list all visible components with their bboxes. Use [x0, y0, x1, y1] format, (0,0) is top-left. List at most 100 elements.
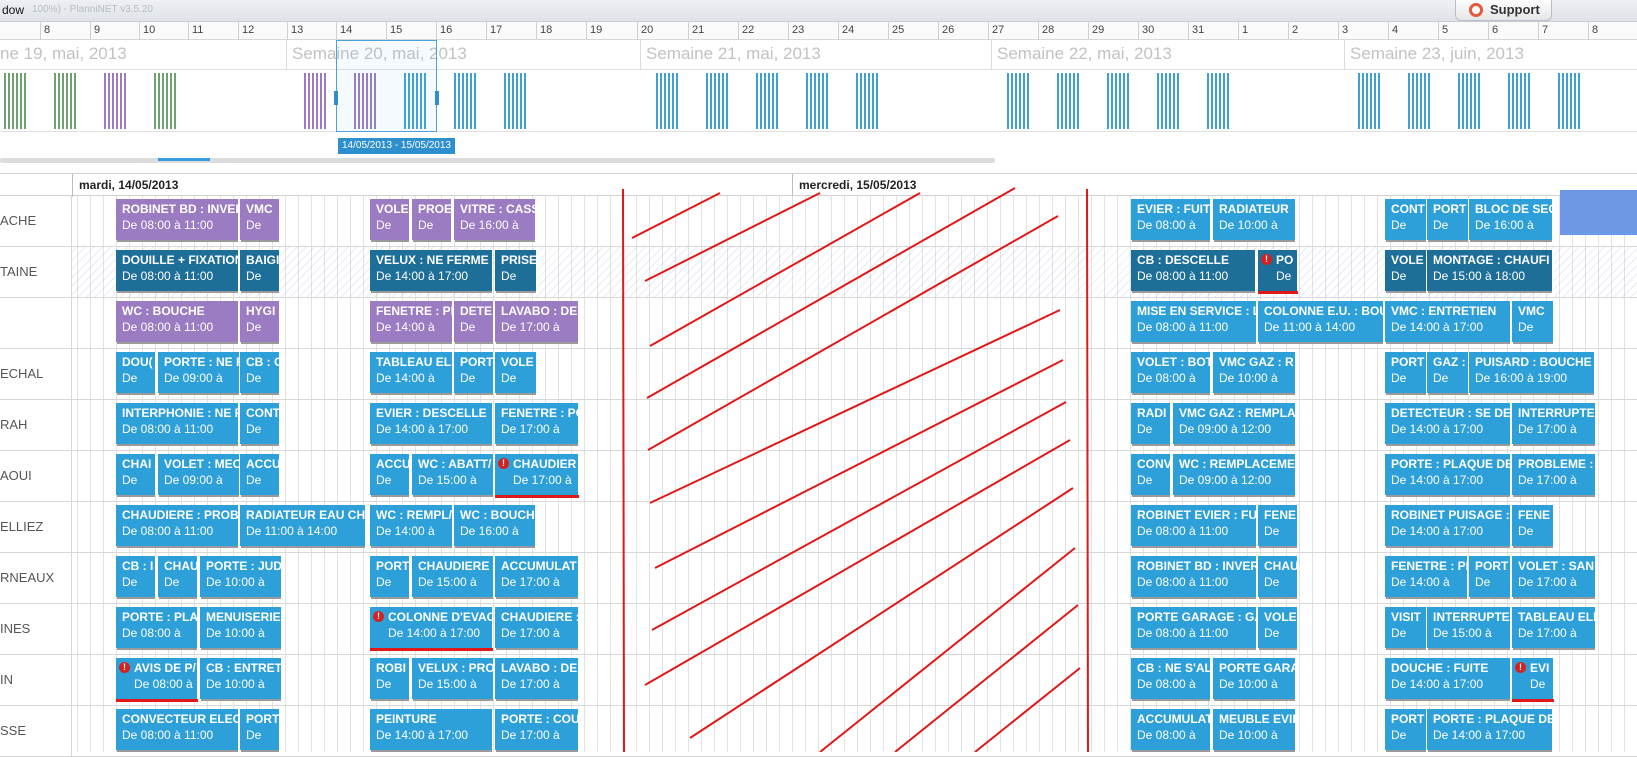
day-tick[interactable]: 5	[1438, 22, 1488, 40]
overview-day-density[interactable]	[756, 73, 778, 129]
selected-cell-highlight[interactable]	[1560, 190, 1637, 235]
appointment-block[interactable]: INTERRUPTE De 17:00 à	[1512, 403, 1596, 444]
appointment-block[interactable]: ! PO De	[1258, 250, 1298, 291]
appointment-block[interactable]: ! COLONNE D'EVAC De 14:00 à 17:00	[370, 607, 493, 648]
appointment-block[interactable]: PORT De	[370, 556, 410, 597]
appointment-block[interactable]: WC : ABATT/De 15:00 à	[412, 454, 494, 495]
day-ruler[interactable]: 8 9 10 11 12 13 14 15 16 17 18 19 20 21 22 23 24 25 26 27 28…	[0, 22, 1637, 40]
appointment-block[interactable]: CHAUDIERE De 15:00 à	[412, 556, 494, 597]
appointment-block[interactable]: CONVECTEUR ELECT De 08:00 à 11:00	[116, 709, 239, 750]
appointment-block[interactable]: CB : NE S'ALI De 08:00 à	[1131, 658, 1211, 699]
overview-day-density[interactable]	[104, 73, 126, 129]
overview-day-density[interactable]	[806, 73, 828, 129]
range-handle-left[interactable]	[334, 91, 338, 105]
overview-day-density[interactable]	[706, 73, 728, 129]
day-tick[interactable]: 19	[586, 22, 636, 40]
day-tick[interactable]: 11	[188, 22, 238, 40]
appointment-block[interactable]: DOUILLE + FIXATION De 08:00 à 11:00	[116, 250, 239, 291]
appointment-block[interactable]: PRISE De	[495, 250, 537, 291]
appointment-block[interactable]: GAZ : De	[1427, 352, 1469, 393]
appointment-block[interactable]: RADI De	[1131, 403, 1171, 444]
appointment-block[interactable]: PORTE : PLA(De 08:00 à	[116, 607, 198, 648]
appointment-block[interactable]: PROBLEME : De 17:00 à	[1512, 454, 1596, 495]
day-tick[interactable]: 7	[1538, 22, 1588, 40]
appointment-block[interactable]: PROE De	[412, 199, 452, 240]
appointment-block[interactable]: CONV De	[1131, 454, 1171, 495]
day-tick[interactable]: 12	[238, 22, 288, 40]
overview-day-density[interactable]	[304, 73, 326, 129]
appointment-block[interactable]: MISE EN SERVICE : L De 08:00 à 11:00	[1131, 301, 1257, 342]
appointment-block[interactable]: WC : REMPL/De 14:00 à	[370, 505, 453, 546]
appointment-block[interactable]: FENETRE : PF De 14:00 à	[1385, 556, 1468, 597]
appointment-block[interactable]: PORT De	[1469, 556, 1511, 597]
appointment-block[interactable]: WC : REMPLACEMEN De 09:00 à 12:00	[1173, 454, 1296, 495]
appointment-block[interactable]: PORTE : JUD. De 10:00 à	[200, 556, 282, 597]
day-tick[interactable]: 24	[838, 22, 888, 40]
appointment-block[interactable]: TABLEAU ELI De 14:00 à	[370, 352, 453, 393]
appointment-block[interactable]: MEUBLE EVII De 10:00 à	[1213, 709, 1296, 750]
appointment-block[interactable]: VMC De	[1512, 301, 1554, 342]
appointment-block[interactable]: CB : DESCELLE De 08:00 à 11:00	[1131, 250, 1256, 291]
appointment-block[interactable]: ROBI De	[370, 658, 410, 699]
overview-day-density[interactable]	[454, 73, 476, 129]
appointment-block[interactable]: ROBINET PUISAGE : De 14:00 à 17:00	[1385, 505, 1511, 546]
day-tick[interactable]: 8	[1588, 22, 1637, 40]
appointment-block[interactable]: ROBINET BD : INVER De 08:00 à 11:00	[1131, 556, 1257, 597]
day-tick[interactable]: 30	[1138, 22, 1188, 40]
overview-day-density[interactable]	[1408, 73, 1430, 129]
overview-day-density[interactable]	[1558, 73, 1580, 129]
scrollbar-thumb[interactable]	[158, 158, 210, 161]
appointment-block[interactable]: PORTE : PLAQUE DE De 14:00 à 17:00	[1385, 454, 1511, 495]
appointment-block[interactable]: VOLE De	[495, 352, 537, 393]
overview-day-density[interactable]	[1358, 73, 1380, 129]
day-tick[interactable]: 20	[637, 22, 687, 40]
day-tick[interactable]: 10	[139, 22, 189, 40]
appointment-block[interactable]: DETE De	[454, 301, 494, 342]
appointment-block[interactable]: ROBINET BD : INVER De 08:00 à 11:00	[116, 199, 239, 240]
appointment-block[interactable]: VOLE De	[1258, 607, 1298, 648]
appointment-block[interactable]: VMC GAZ : REMPLA(De 09:00 à 12:00	[1173, 403, 1296, 444]
overview-day-density[interactable]	[504, 73, 526, 129]
day-tick[interactable]: 26	[938, 22, 988, 40]
day-tick[interactable]: 15	[386, 22, 436, 40]
appointment-block[interactable]: EVIER : FUITE De 08:00 à	[1131, 199, 1211, 240]
appointment-block[interactable]: PORTE : PLAQUE DE De 14:00 à 17:00	[1427, 709, 1553, 750]
appointment-block[interactable]: PORT De	[1385, 709, 1427, 750]
date-range-selector[interactable]	[334, 40, 439, 132]
overview-scrollbar[interactable]	[0, 158, 995, 163]
appointment-block[interactable]: PEINTURE De 14:00 à 17:00	[370, 709, 493, 750]
appointment-block[interactable]: WC : BOUCH De 16:00 à	[454, 505, 536, 546]
appointment-block[interactable]: ROBINET EVIER : FUI De 08:00 à 11:00	[1131, 505, 1257, 546]
appointment-block[interactable]: CB : ENTRETI De 10:00 à	[200, 658, 282, 699]
appointment-block[interactable]: VMC : ENTRETIEN De 14:00 à 17:00	[1385, 301, 1511, 342]
appointment-block[interactable]: DOUCHE : FUITE De 14:00 à 17:00	[1385, 658, 1511, 699]
appointment-block[interactable]: ACCU De	[240, 454, 280, 495]
appointment-block[interactable]: MENUISERIE De 10:00 à	[200, 607, 282, 648]
appointment-block[interactable]: INTERPHONIE : NE F De 08:00 à 11:00	[116, 403, 239, 444]
day-tick[interactable]: 17	[486, 22, 536, 40]
appointment-block[interactable]: VOLET : SAN De 17:00 à	[1512, 556, 1596, 597]
appointment-block[interactable]: HYGI De	[240, 301, 280, 342]
day-tick[interactable]: 28	[1038, 22, 1088, 40]
appointment-block[interactable]: BAIGI De	[240, 250, 280, 291]
appointment-block[interactable]: VISIT De	[1385, 607, 1427, 648]
appointment-block[interactable]: ACCUMULAT De 17:00 à	[495, 556, 579, 597]
support-button[interactable]: Support	[1455, 0, 1552, 21]
appointment-block[interactable]: CB : I De	[116, 556, 156, 597]
appointment-block[interactable]: PORT De	[454, 352, 494, 393]
day-tick[interactable]: 3	[1338, 22, 1388, 40]
appointment-block[interactable]: VOLE De	[370, 199, 410, 240]
appointment-block[interactable]: LAVABO : DE De 17:00 à	[495, 301, 579, 342]
day-tick[interactable]: 31	[1188, 22, 1238, 40]
appointment-block[interactable]: VELUX : PRO De 15:00 à	[412, 658, 494, 699]
appointment-block[interactable]: PORT De	[1427, 199, 1469, 240]
day-tick[interactable]: 25	[888, 22, 938, 40]
appointment-block[interactable]: VOLET : BOTI De 08:00 à	[1131, 352, 1211, 393]
appointment-block[interactable]: MONTAGE : CHAUFI De 15:00 à 18:00	[1427, 250, 1553, 291]
overview-day-density[interactable]	[1508, 73, 1530, 129]
appointment-block[interactable]: BLOC DE SEC De 16:00 à	[1469, 199, 1553, 240]
appointment-block[interactable]: VMC GAZ : R De 10:00 à	[1213, 352, 1296, 393]
appointment-block[interactable]: INTERRUPTE De 15:00 à	[1427, 607, 1511, 648]
day-tick[interactable]: 16	[436, 22, 486, 40]
overview-day-density[interactable]	[1107, 73, 1129, 129]
